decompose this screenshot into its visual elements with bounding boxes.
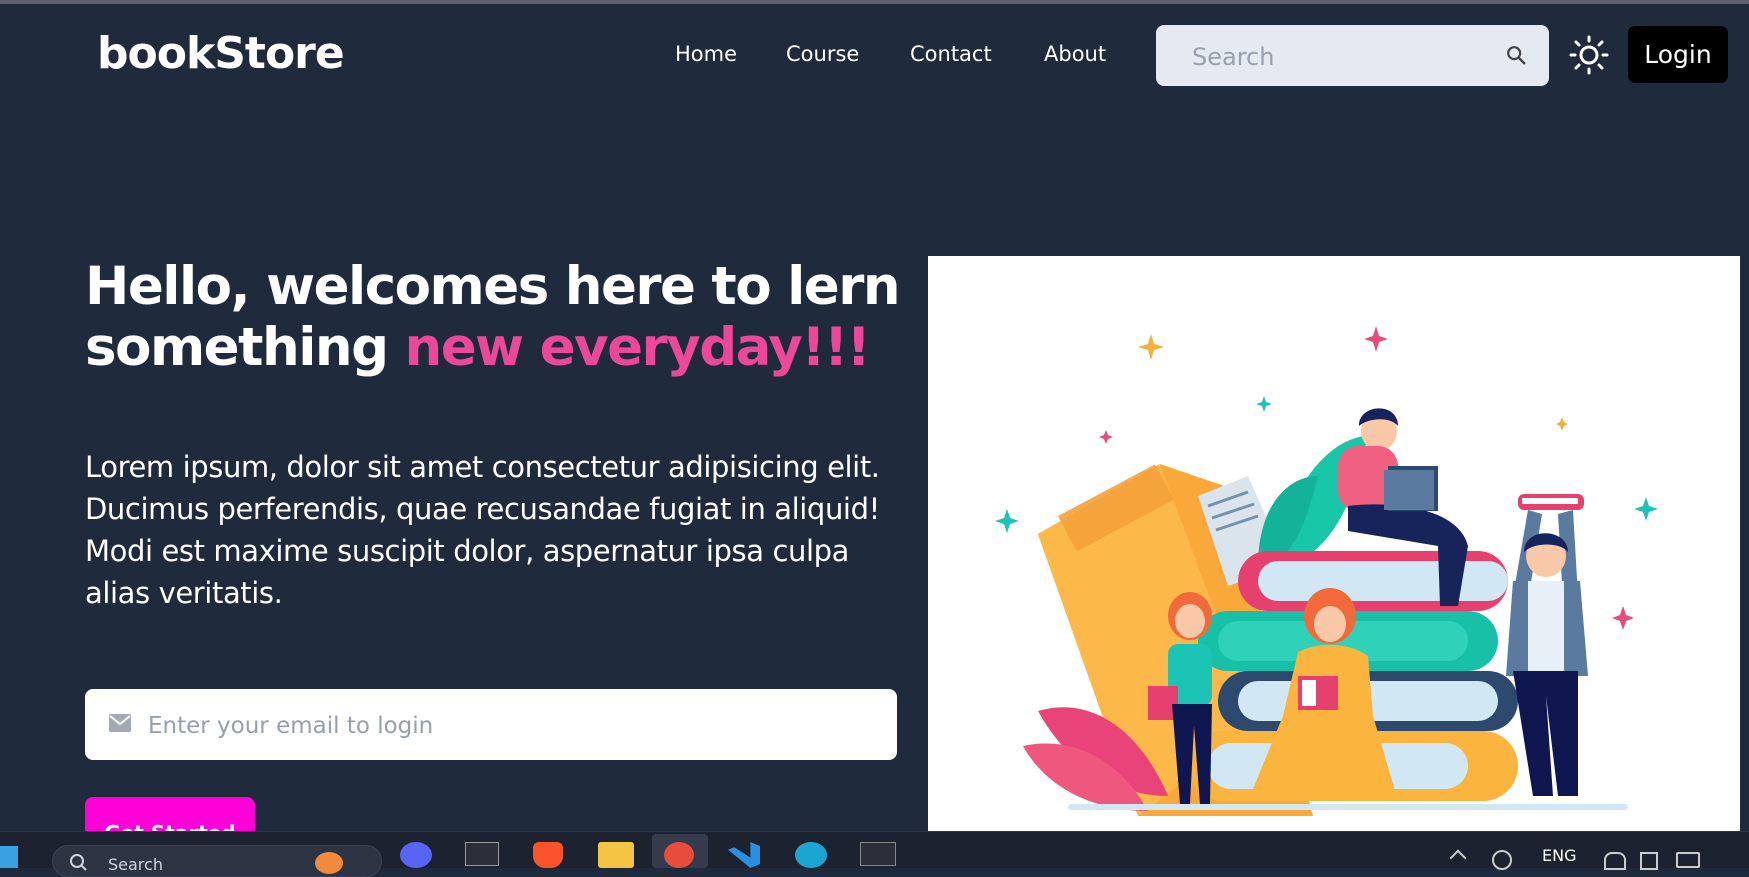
search-highlight-icon [315,852,343,874]
taskbar: Search [0,831,1749,877]
network-icon[interactable] [1492,850,1512,870]
nav-link-course[interactable]: Course [786,42,859,66]
battery-icon[interactable] [1676,852,1700,868]
email-field[interactable] [146,689,850,762]
terminal-app-icon[interactable] [860,842,896,866]
discord-icon[interactable] [400,842,432,868]
hero-illustration [928,256,1740,867]
windows-start-icon[interactable] [0,846,18,868]
language-indicator[interactable]: ENG [1542,846,1576,865]
taskbar-search-label: Search [108,855,163,874]
nav-link-contact[interactable]: Contact [910,42,992,66]
brave-browser-icon[interactable] [533,842,563,868]
volume-icon[interactable] [1640,852,1658,870]
taskbar-search-icon [70,854,87,871]
browser-top-border [0,0,1749,4]
search-icon[interactable] [1505,44,1527,66]
nav-link-home[interactable]: Home [675,42,737,66]
search-box [1156,25,1549,88]
hero-description: Lorem ipsum, dolor sit amet consectetur … [85,450,880,610]
mail-icon [109,714,131,732]
terminal-icon[interactable] [465,842,499,866]
logo[interactable]: bookStore [97,28,345,79]
search-input[interactable] [1190,25,1494,88]
nav-link-about[interactable]: About [1044,42,1106,66]
reading-people-illustration [995,326,1658,816]
login-button[interactable]: Login [1628,26,1728,83]
sun-icon[interactable] [1569,35,1609,75]
edge-icon[interactable] [795,842,827,868]
chevron-up-icon[interactable] [1449,849,1467,867]
taskbar-search[interactable]: Search [52,845,382,877]
hero-title-accent: new everyday!!! [404,317,871,378]
hero-title: Hello, welcomes here to lern something n… [85,256,915,378]
wifi-icon[interactable] [1604,852,1626,870]
email-field-container [85,689,897,762]
boy-holding-book [1506,494,1588,796]
chrome-icon[interactable] [664,842,694,868]
vscode-icon[interactable] [728,842,760,868]
file-explorer-icon[interactable] [598,842,634,868]
